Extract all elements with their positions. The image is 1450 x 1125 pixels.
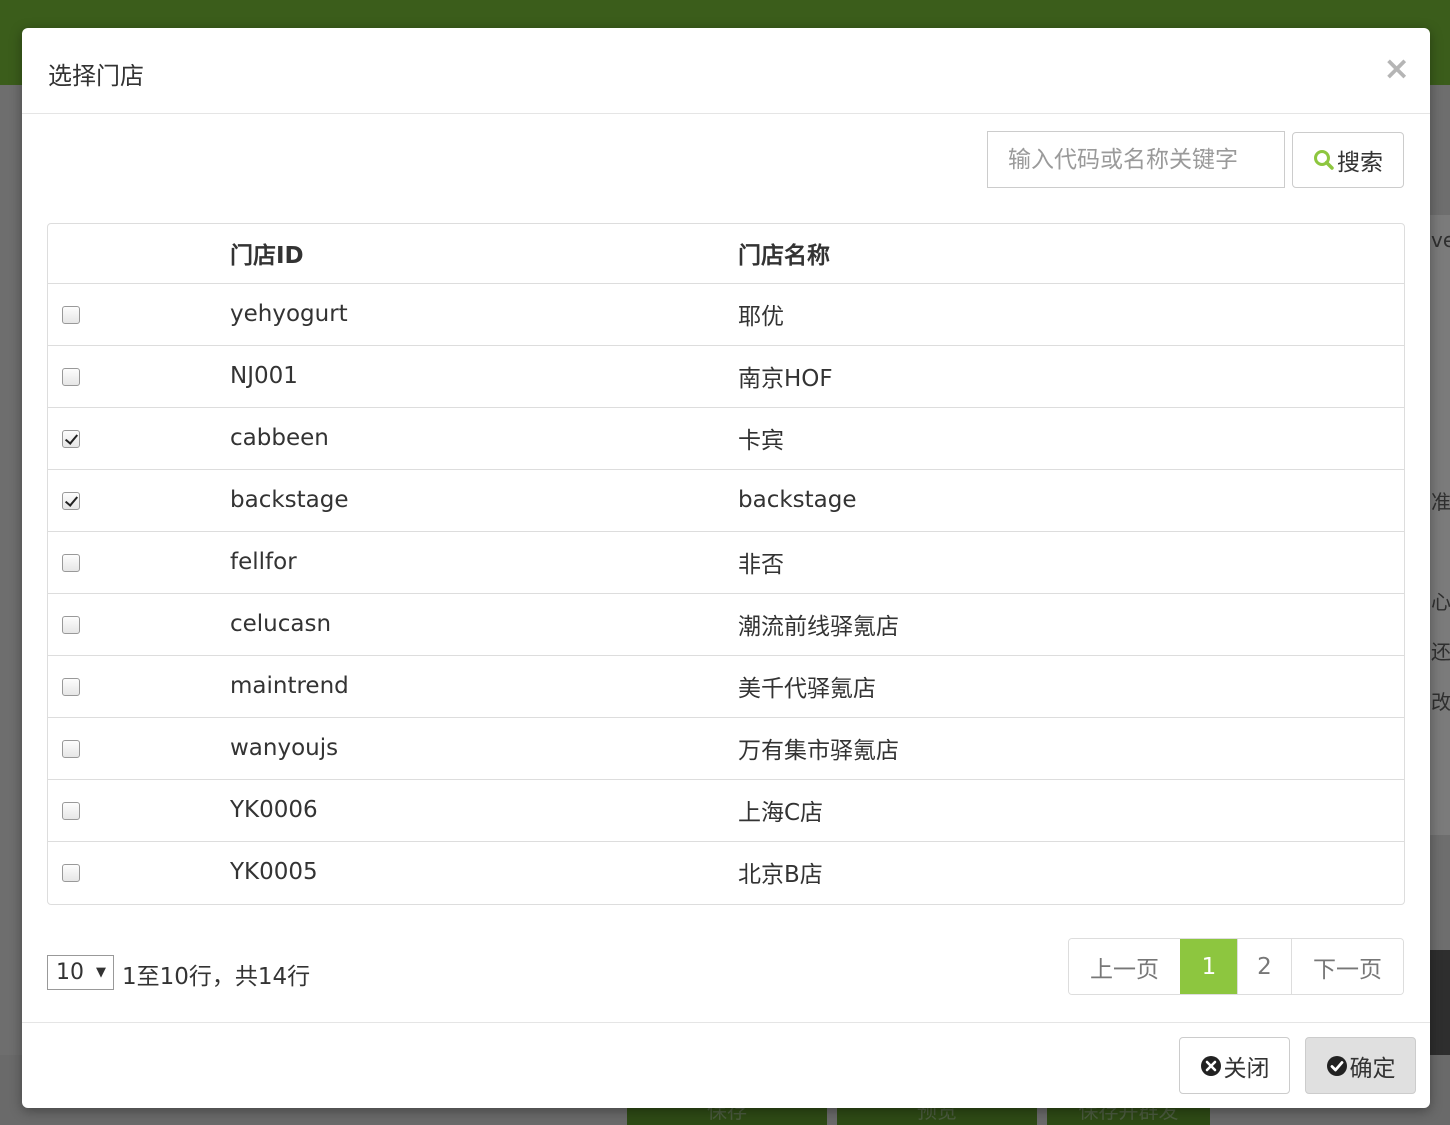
background-fragment: ve [1431, 228, 1450, 252]
row-checkbox[interactable] [62, 615, 80, 634]
close-button-label: 关闭 [1223, 1055, 1270, 1082]
row-checkbox[interactable] [62, 553, 80, 572]
row-checkbox[interactable] [62, 429, 80, 448]
background-fragment: 心 [1431, 590, 1450, 614]
table-row[interactable]: YK0005 北京B店 [48, 840, 1404, 903]
column-header-store-name: 门店名称 [738, 224, 1404, 284]
store-name-cell: 南京HOF [738, 344, 1404, 407]
background-fragment: 准 [1431, 490, 1450, 514]
modal-title: 选择门店 [48, 62, 144, 90]
search-icon [1314, 150, 1334, 170]
store-name-cell: 耶优 [738, 304, 784, 330]
store-id-cell: wanyoujs [230, 716, 738, 779]
row-checkbox[interactable] [62, 739, 80, 758]
store-id-cell: YK0006 [230, 778, 738, 841]
table-header-row: 门店ID 门店名称 [48, 224, 1404, 284]
store-id-cell: NJ001 [230, 344, 738, 407]
store-id-cell: yehyogurt [230, 301, 348, 327]
page-size-select[interactable]: 10 ▼ [47, 955, 114, 990]
store-id-cell: YK0005 [230, 840, 738, 903]
modal-header: 选择门店 × [22, 28, 1430, 114]
caret-down-icon: ▼ [96, 965, 106, 980]
background-block [1430, 950, 1450, 1055]
check-circle-icon [1326, 1055, 1347, 1076]
table-row[interactable]: wanyoujs 万有集市驿氪店 [48, 716, 1404, 779]
search-button[interactable]: 搜索 [1292, 132, 1404, 188]
modal-footer: 关闭 确定 [22, 1022, 1430, 1108]
store-table: 门店ID 门店名称 yehyogurt 耶优 NJ001 南京HOF cabbe… [47, 223, 1405, 905]
prev-page-button[interactable]: 上一页 [1069, 939, 1180, 994]
confirm-button[interactable]: 确定 [1305, 1037, 1416, 1094]
row-checkbox[interactable] [62, 801, 80, 820]
page-button-2[interactable]: 2 [1237, 939, 1291, 994]
table-row[interactable]: fellfor 非否 [48, 530, 1404, 593]
store-name-cell: 上海C店 [738, 778, 1404, 841]
table-row[interactable]: NJ001 南京HOF [48, 344, 1404, 407]
store-name-cell: 潮流前线驿氪店 [738, 592, 1404, 655]
row-checkbox[interactable] [62, 677, 80, 696]
table-row[interactable]: YK0006 上海C店 [48, 778, 1404, 841]
page-size-value: 10 [56, 960, 84, 985]
search-input[interactable] [987, 131, 1285, 188]
select-store-modal: 选择门店 × 搜索 门店ID 门店名称 yehyogurt 耶优 [22, 28, 1430, 1108]
store-name-cell: 非否 [738, 530, 1404, 593]
background-fragment: 还 [1431, 640, 1450, 664]
search-button-label: 搜索 [1337, 150, 1383, 176]
store-name-cell: 卡宾 [738, 406, 1404, 469]
store-id-cell: fellfor [230, 530, 738, 593]
column-header-store-id: 门店ID [230, 224, 738, 284]
background-fragment: 改 [1431, 690, 1450, 714]
page-button-1[interactable]: 1 [1180, 939, 1237, 994]
store-name-cell: 万有集市驿氪店 [738, 716, 1404, 779]
table-row[interactable]: cabbeen 卡宾 [48, 406, 1404, 469]
table-row[interactable]: backstage backstage [48, 468, 1404, 531]
row-checkbox[interactable] [62, 367, 80, 386]
confirm-button-label: 确定 [1349, 1055, 1396, 1082]
table-row[interactable]: maintrend 美千代驿氪店 [48, 654, 1404, 717]
next-page-button[interactable]: 下一页 [1291, 939, 1403, 994]
store-name-cell: 北京B店 [738, 840, 1404, 903]
store-id-cell: backstage [230, 468, 738, 531]
row-checkbox[interactable] [62, 491, 80, 510]
table-row[interactable]: yehyogurt 耶优 [48, 283, 1404, 345]
store-id-cell: maintrend [230, 654, 738, 717]
table-row[interactable]: celucasn 潮流前线驿氪店 [48, 592, 1404, 655]
pagination-info: 1至10行，共14行 [122, 964, 311, 990]
background-right-panel [1430, 215, 1450, 835]
store-name-cell: 美千代驿氪店 [738, 654, 1404, 717]
close-button[interactable]: 关闭 [1179, 1037, 1290, 1094]
pagination: 上一页 1 2 下一页 [1068, 938, 1404, 995]
store-name-cell: backstage [738, 468, 1404, 531]
store-id-cell: cabbeen [230, 406, 738, 469]
modal-close-button[interactable]: × [1383, 50, 1410, 86]
row-checkbox[interactable] [62, 305, 80, 324]
store-id-cell: celucasn [230, 592, 738, 655]
times-circle-icon [1200, 1055, 1221, 1076]
column-header-select [48, 224, 230, 284]
row-checkbox[interactable] [62, 863, 80, 882]
